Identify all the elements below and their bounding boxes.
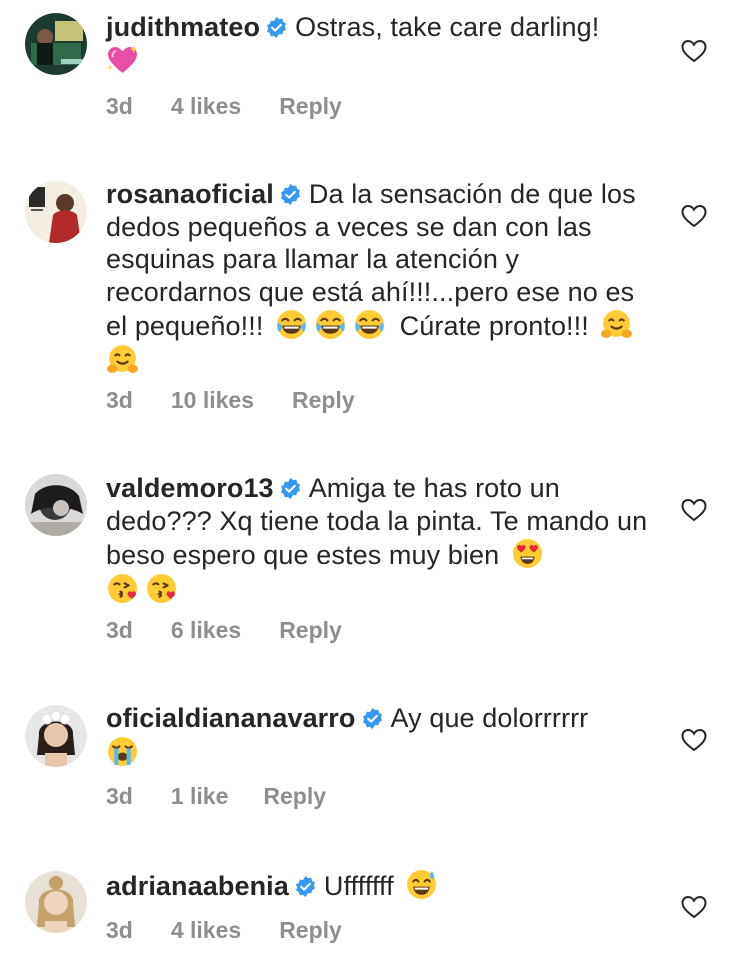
kissing-heart-icon — [106, 572, 139, 605]
comment-time: 3d — [106, 387, 133, 413]
verified-badge-icon — [361, 707, 384, 730]
loudly-crying-icon — [106, 735, 139, 768]
avatar[interactable] — [25, 705, 87, 767]
avatar[interactable] — [25, 871, 87, 933]
tears-of-joy-icon — [353, 308, 386, 341]
reply-button[interactable]: Reply — [263, 783, 326, 810]
tears-of-joy-icon — [275, 308, 308, 341]
heart-outline-icon[interactable] — [681, 895, 707, 919]
reply-button[interactable]: Reply — [292, 387, 355, 414]
reply-button[interactable]: Reply — [279, 617, 342, 644]
comment-body: oficialdiananavarro Ay que dolorrrrrr — [106, 702, 651, 769]
comment-username[interactable]: judithmateo — [106, 12, 260, 42]
comment-username[interactable]: valdemoro13 — [106, 473, 274, 503]
likes-count[interactable]: 1 like — [171, 783, 229, 810]
comment-text: Ay que dolorrrrrr — [390, 703, 589, 733]
likes-count[interactable]: 6 likes — [171, 617, 241, 644]
comment-text: Cúrate pronto!!! — [399, 311, 589, 341]
comment-meta: 3d 10 likes Reply — [106, 387, 393, 414]
comment-body: valdemoro13 Amiga te has roto un dedo??? … — [106, 472, 651, 606]
likes-count[interactable]: 4 likes — [171, 93, 241, 120]
comment-meta: 3d 4 likes Reply — [106, 93, 380, 120]
avatar[interactable] — [25, 474, 87, 536]
comment-username[interactable]: oficialdiananavarro — [106, 703, 356, 733]
comments-list: judithmateo Ostras, take care darling! 3d… — [0, 0, 742, 969]
comment-meta: 3d 6 likes Reply — [106, 617, 380, 644]
verified-badge-icon — [279, 183, 302, 206]
verified-badge-icon — [294, 875, 317, 898]
heart-eyes-icon — [511, 537, 544, 570]
comment-body: judithmateo Ostras, take care darling! — [106, 11, 651, 78]
hugging-face-icon — [106, 343, 139, 376]
hugging-face-icon — [600, 308, 633, 341]
verified-badge-icon — [265, 16, 288, 39]
comment-time: 3d — [106, 93, 133, 119]
kissing-heart-icon — [145, 572, 178, 605]
heart-outline-icon[interactable] — [681, 498, 707, 522]
sparkling-heart-icon — [106, 44, 139, 77]
avatar[interactable] — [25, 181, 87, 243]
comment-text: Ufffffff — [323, 871, 394, 901]
heart-outline-icon[interactable] — [681, 204, 707, 228]
comment-text: Ostras, take care darling! — [295, 12, 600, 42]
reply-button[interactable]: Reply — [279, 93, 342, 120]
comment-time: 3d — [106, 783, 133, 809]
heart-outline-icon[interactable] — [681, 39, 707, 63]
verified-badge-icon — [279, 477, 302, 500]
comment-time: 3d — [106, 917, 133, 943]
comment-time: 3d — [106, 617, 133, 643]
grinning-sweat-icon — [405, 868, 438, 901]
avatar[interactable] — [25, 13, 87, 75]
likes-count[interactable]: 4 likes — [171, 917, 241, 944]
comment-body: adrianaabenia Ufffffff — [106, 868, 651, 903]
comment-username[interactable]: rosanaoficial — [106, 179, 274, 209]
tears-of-joy-icon — [314, 308, 347, 341]
comment-body: rosanaoficial Da la sensación de que los … — [106, 178, 651, 377]
comment-meta: 3d 4 likes Reply — [106, 917, 380, 944]
reply-button[interactable]: Reply — [279, 917, 342, 944]
heart-outline-icon[interactable] — [681, 728, 707, 752]
likes-count[interactable]: 10 likes — [171, 387, 254, 414]
comment-meta: 3d 1 like Reply — [106, 783, 364, 810]
comment-username[interactable]: adrianaabenia — [106, 871, 289, 901]
